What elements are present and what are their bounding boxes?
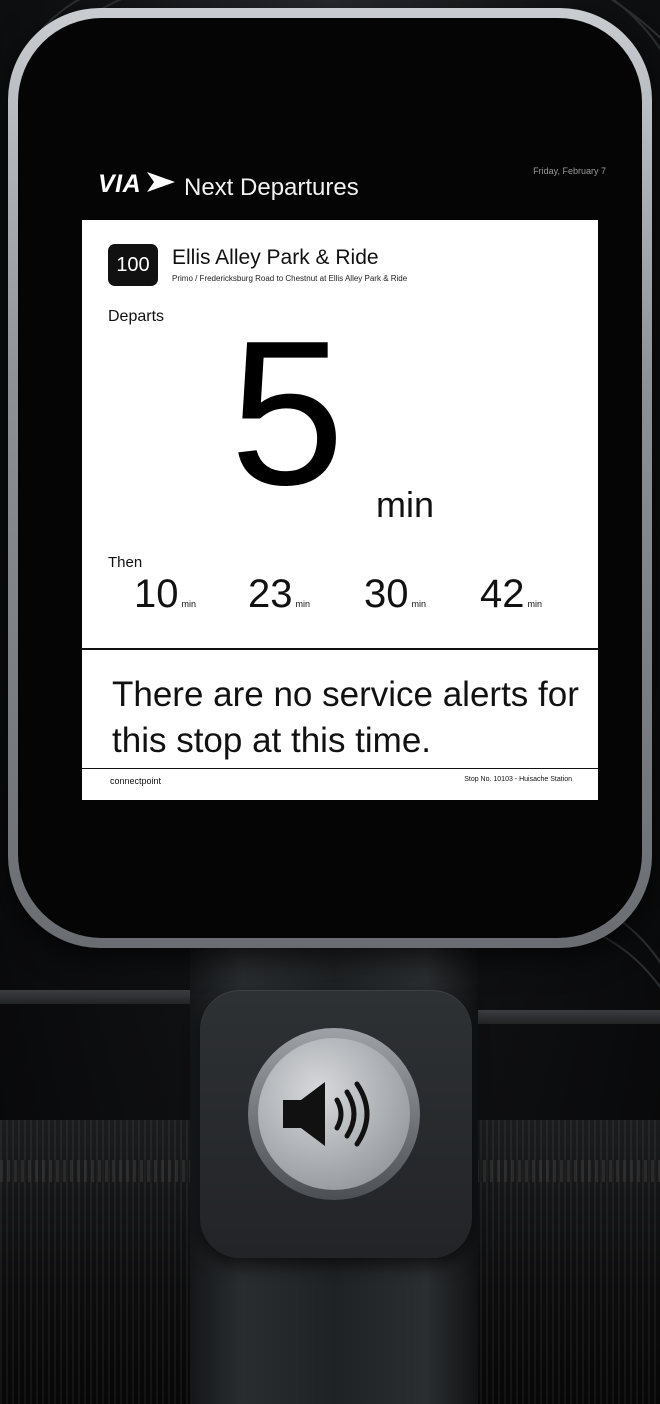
page-title: Next Departures xyxy=(184,174,359,201)
service-alerts-message: There are no service alerts for this sto… xyxy=(112,675,579,760)
later-departure-unit: min xyxy=(411,599,427,609)
audio-button[interactable] xyxy=(258,1038,410,1190)
departs-label: Departs xyxy=(108,308,165,325)
background-rail xyxy=(478,1010,660,1024)
later-departure-value: 10 xyxy=(134,572,179,616)
later-departure: 30 min xyxy=(364,572,426,617)
departures-panel: 100 Ellis Alley Park & Ride Primo / Fred… xyxy=(82,220,598,800)
later-departure-value: 30 xyxy=(364,572,409,616)
next-departure-unit: min xyxy=(376,484,435,525)
via-arrow-icon xyxy=(147,172,175,192)
later-departure: 42 min xyxy=(480,572,542,617)
audio-button-ring xyxy=(248,1028,420,1200)
later-departures: 10 min 23 min 30 min 42 min xyxy=(134,572,594,622)
date-label: Friday, February 7 xyxy=(533,166,606,176)
connectpoint-logo: connectpoint xyxy=(110,776,162,786)
stop-info: Stop No. 10103 - Huisache Station xyxy=(464,776,572,783)
later-departure-unit: min xyxy=(295,599,311,609)
via-logo: VIA xyxy=(98,170,142,198)
then-label: Then xyxy=(108,554,143,571)
route-number-badge: 100 xyxy=(108,244,158,286)
route-description: Primo / Fredericksburg Road to Chestnut … xyxy=(172,274,408,283)
kiosk-scene: VIA Next Departures Friday, February 7 1… xyxy=(0,0,660,1404)
screen-header: VIA Next Departures Friday, February 7 xyxy=(98,164,608,214)
section-divider xyxy=(82,648,598,650)
kiosk-display-housing: VIA Next Departures Friday, February 7 1… xyxy=(8,8,652,948)
screen-bezel: VIA Next Departures Friday, February 7 1… xyxy=(18,18,642,938)
speaker-icon xyxy=(283,1081,370,1147)
later-departure-unit: min xyxy=(527,599,543,609)
route-name: Ellis Alley Park & Ride xyxy=(172,246,379,269)
later-departure-value: 23 xyxy=(248,572,293,616)
later-departure: 23 min xyxy=(248,572,310,617)
later-departure: 10 min xyxy=(134,572,196,617)
next-departure-minutes: 5 xyxy=(230,298,345,528)
background-rail xyxy=(0,990,190,1004)
later-departure-value: 42 xyxy=(480,572,525,616)
later-departure-unit: min xyxy=(181,599,197,609)
audio-button-module xyxy=(200,990,472,1258)
footer-divider xyxy=(82,768,598,769)
